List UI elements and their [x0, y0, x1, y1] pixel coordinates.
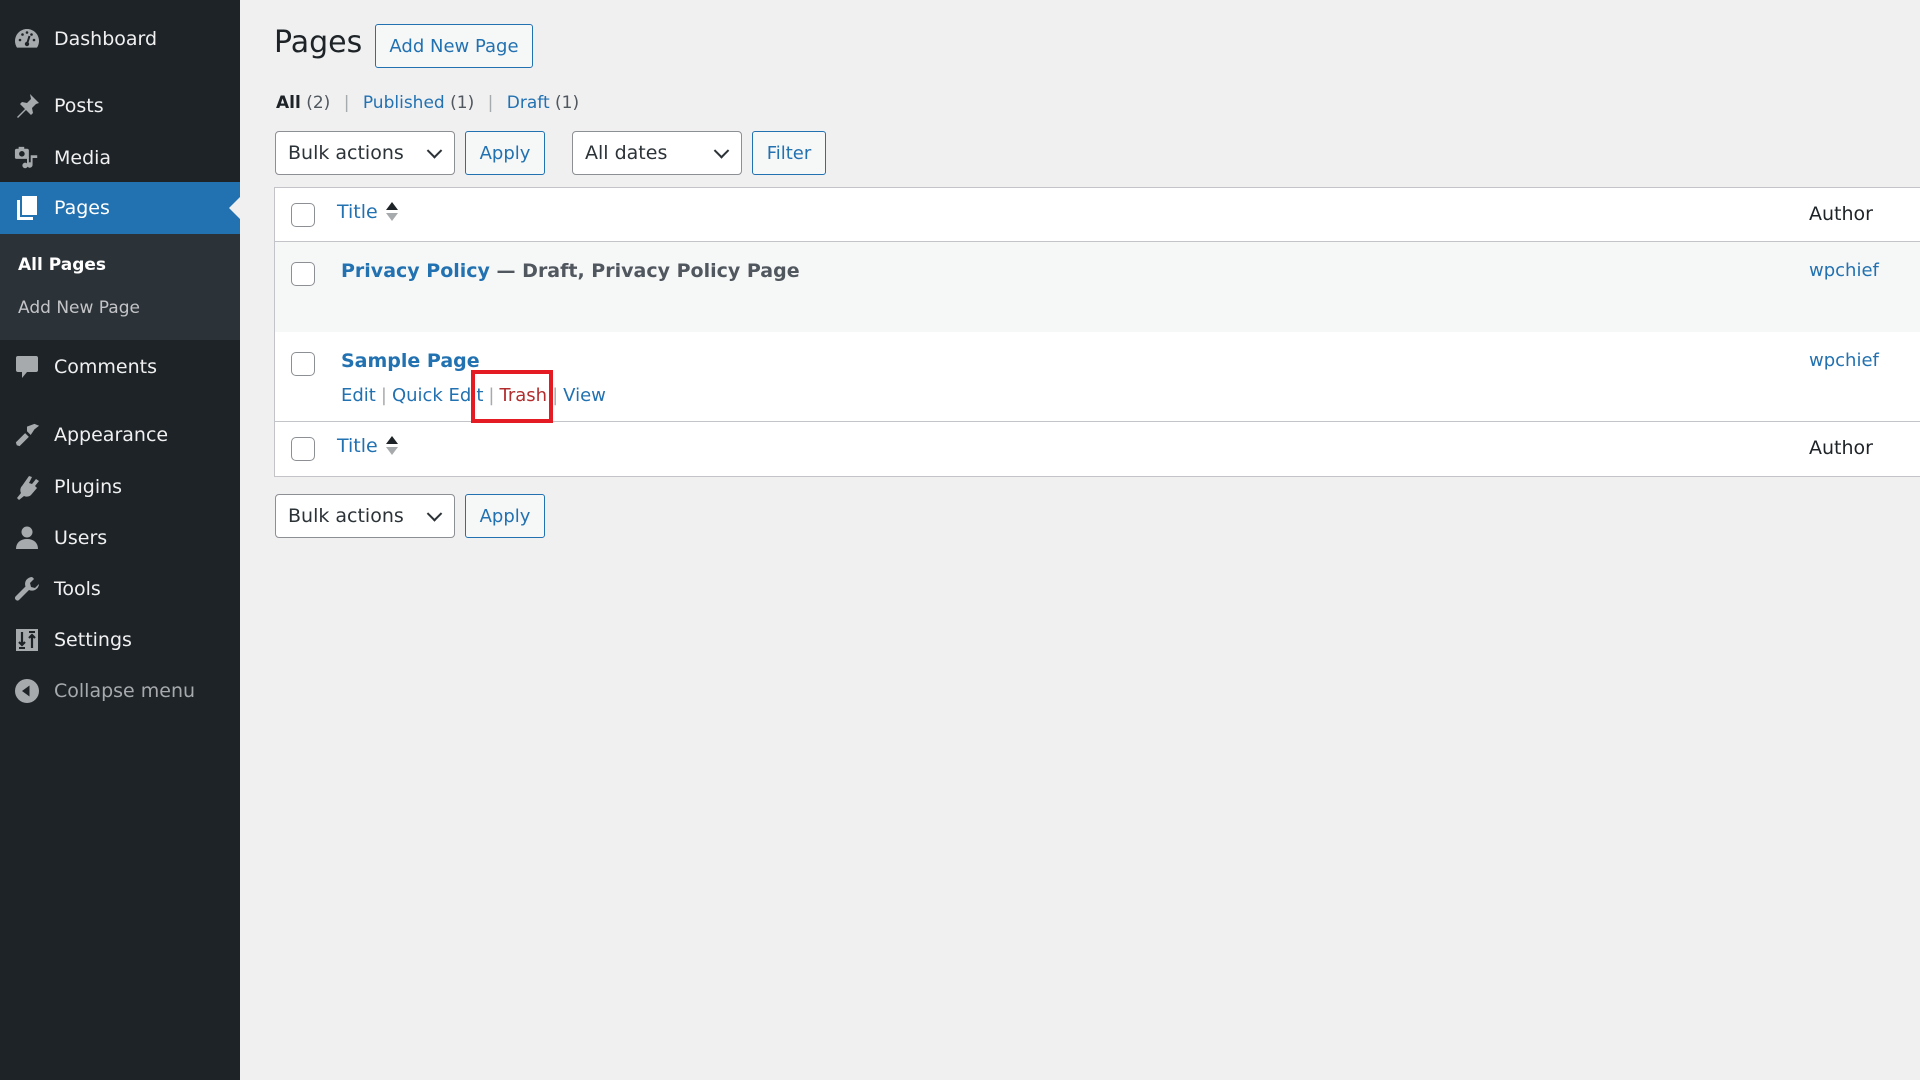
- sliders-icon: [14, 627, 40, 653]
- author-column-footer: Author: [1809, 437, 1873, 459]
- chevron-down-icon: [426, 143, 443, 159]
- pages-table: Title Author Privacy Policy — Draft, Pri…: [274, 187, 1920, 477]
- row-title: Sample Page: [341, 350, 480, 372]
- row-checkbox[interactable]: [291, 352, 315, 376]
- title-column-header[interactable]: Title: [337, 201, 398, 223]
- page-title-link[interactable]: Sample Page: [341, 350, 480, 372]
- plug-icon: [14, 474, 40, 500]
- view-filters: All (2) | Published (1) | Draft (1): [276, 93, 579, 113]
- view-all[interactable]: All: [276, 93, 301, 113]
- collapse-menu-button[interactable]: Collapse menu: [0, 669, 240, 713]
- dates-value: All dates: [585, 142, 668, 164]
- menu-item-settings[interactable]: Settings: [0, 618, 240, 662]
- menu-item-appearance[interactable]: Appearance: [0, 413, 240, 457]
- view-draft[interactable]: Draft: [507, 93, 550, 113]
- dates-select[interactable]: All dates: [572, 131, 742, 175]
- media-icon: [14, 145, 40, 171]
- bulk-actions-select[interactable]: Bulk actions: [275, 131, 455, 175]
- filter-button[interactable]: Filter: [752, 131, 826, 175]
- submenu-all-pages[interactable]: All Pages: [18, 255, 106, 275]
- pages-submenu: All Pages Add New Page: [0, 234, 240, 340]
- menu-label: Comments: [54, 356, 157, 378]
- menu-item-dashboard[interactable]: Dashboard: [0, 17, 240, 61]
- admin-sidebar: Dashboard Posts Media Pages All Pages Ad…: [0, 0, 240, 1080]
- menu-item-plugins[interactable]: Plugins: [0, 465, 240, 509]
- table-header: Title Author: [275, 188, 1920, 242]
- page-title-link[interactable]: Privacy Policy: [341, 260, 490, 282]
- add-new-page-button[interactable]: Add New Page: [375, 24, 533, 68]
- dashboard-icon: [14, 26, 40, 52]
- separator: |: [380, 385, 387, 406]
- sort-icon: [385, 435, 398, 457]
- apply-button[interactable]: Apply: [465, 131, 545, 175]
- menu-label: Users: [54, 527, 108, 549]
- row-checkbox[interactable]: [291, 262, 315, 286]
- menu-label: Settings: [54, 629, 132, 651]
- bulk-actions-select-bottom[interactable]: Bulk actions: [275, 494, 455, 538]
- quick-edit-link[interactable]: Quick Edit: [392, 385, 483, 406]
- menu-item-tools[interactable]: Tools: [0, 567, 240, 611]
- author-link[interactable]: wpchief: [1809, 350, 1879, 371]
- separator: |: [552, 385, 559, 406]
- collapse-icon: [14, 678, 40, 704]
- author-link[interactable]: wpchief: [1809, 260, 1879, 281]
- menu-item-media[interactable]: Media: [0, 136, 240, 180]
- title-header-label: Title: [337, 201, 378, 223]
- chevron-down-icon: [713, 143, 730, 159]
- comment-icon: [14, 354, 40, 380]
- menu-label: Plugins: [54, 476, 123, 498]
- table-footer: Title Author: [275, 422, 1920, 476]
- view-published-count: (1): [450, 93, 475, 113]
- page-state: — Draft, Privacy Policy Page: [489, 260, 800, 282]
- view-published[interactable]: Published: [363, 93, 445, 113]
- separator: |: [487, 93, 494, 113]
- edit-link[interactable]: Edit: [341, 385, 376, 406]
- trash-link[interactable]: Trash: [500, 385, 548, 406]
- menu-label: Collapse menu: [54, 680, 196, 702]
- table-row: Sample Page wpchief Edit | Quick Edit | Tras…: [275, 332, 1920, 422]
- view-link[interactable]: View: [563, 385, 606, 406]
- pages-icon: [14, 195, 40, 221]
- author-column-header: Author: [1809, 203, 1873, 225]
- view-all-count: (2): [306, 93, 331, 113]
- menu-label: Dashboard: [54, 28, 158, 50]
- title-column-footer[interactable]: Title: [337, 435, 398, 457]
- menu-item-comments[interactable]: Comments: [0, 345, 240, 389]
- select-all-checkbox[interactable]: [291, 203, 315, 227]
- bulk-actions-value: Bulk actions: [288, 142, 404, 164]
- title-footer-label: Title: [337, 435, 378, 457]
- separator: |: [343, 93, 350, 113]
- pin-icon: [14, 93, 40, 119]
- sort-icon: [385, 201, 398, 223]
- menu-item-posts[interactable]: Posts: [0, 84, 240, 128]
- menu-label: Pages: [54, 197, 110, 219]
- paintbrush-icon: [14, 422, 40, 448]
- menu-item-users[interactable]: Users: [0, 516, 240, 560]
- apply-button-bottom[interactable]: Apply: [465, 494, 545, 538]
- menu-label: Media: [54, 147, 112, 169]
- menu-label: Posts: [54, 95, 104, 117]
- menu-item-pages[interactable]: Pages: [0, 182, 240, 234]
- wrench-icon: [14, 576, 40, 602]
- chevron-down-icon: [426, 506, 443, 522]
- select-all-checkbox-footer[interactable]: [291, 437, 315, 461]
- table-row: Privacy Policy — Draft, Privacy Policy P…: [275, 242, 1920, 332]
- menu-label: Appearance: [54, 424, 169, 446]
- submenu-add-new-page[interactable]: Add New Page: [18, 298, 140, 318]
- bulk-actions-value: Bulk actions: [288, 505, 404, 527]
- separator: |: [488, 385, 495, 406]
- menu-label: Tools: [54, 578, 101, 600]
- row-actions: Edit | Quick Edit | Trash | View: [341, 385, 606, 406]
- view-draft-count: (1): [555, 93, 580, 113]
- row-title: Privacy Policy — Draft, Privacy Policy P…: [341, 260, 800, 282]
- page-title: Pages: [274, 25, 363, 60]
- user-icon: [14, 525, 40, 551]
